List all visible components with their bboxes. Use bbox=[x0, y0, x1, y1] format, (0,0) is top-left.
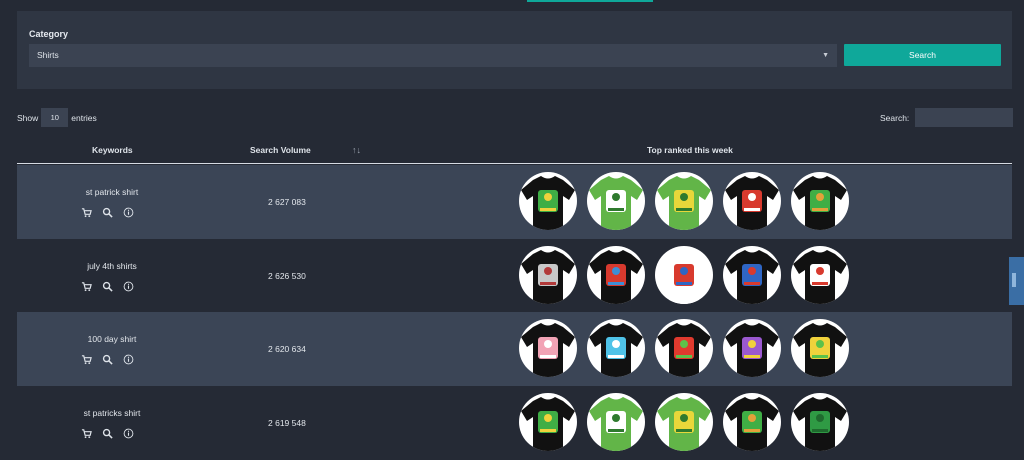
side-feedback-tab[interactable] bbox=[1009, 257, 1024, 305]
search-button[interactable]: Search bbox=[844, 44, 1001, 66]
shirt-thumbnail[interactable] bbox=[791, 246, 849, 304]
top-ranked-shirts bbox=[519, 319, 849, 377]
cart-icon[interactable] bbox=[81, 279, 92, 292]
cart-icon[interactable] bbox=[81, 426, 92, 439]
side-tab-icon bbox=[1012, 273, 1016, 287]
keyword-cell: st patricks shirt bbox=[83, 408, 141, 418]
shirt-thumbnail[interactable] bbox=[587, 246, 645, 304]
keyword-actions bbox=[81, 426, 134, 439]
shirt-thumbnail[interactable] bbox=[587, 172, 645, 230]
filter-panel: Category Shirts ▼ Search bbox=[17, 11, 1012, 89]
keyword-cell: july 4th shirts bbox=[87, 261, 137, 271]
shirt-thumbnail[interactable] bbox=[655, 393, 713, 451]
shirt-thumbnail[interactable] bbox=[791, 393, 849, 451]
shirt-thumbnail[interactable] bbox=[587, 319, 645, 377]
search-icon[interactable] bbox=[102, 426, 113, 439]
keyword-actions bbox=[81, 352, 134, 365]
category-select-value: Shirts bbox=[37, 50, 59, 60]
top-tab-indicator[interactable] bbox=[527, 0, 653, 2]
shirt-thumbnail[interactable] bbox=[519, 172, 577, 230]
table-search-label: Search: bbox=[880, 113, 910, 123]
keyword-actions bbox=[81, 279, 134, 292]
top-ranked-shirts bbox=[519, 172, 849, 230]
shirt-thumbnail[interactable] bbox=[519, 246, 577, 304]
info-icon[interactable] bbox=[123, 426, 134, 439]
shirt-thumbnail[interactable] bbox=[655, 319, 713, 377]
chevron-down-icon: ▼ bbox=[822, 52, 829, 59]
info-icon[interactable] bbox=[123, 352, 134, 365]
shirt-thumbnail[interactable] bbox=[723, 172, 781, 230]
entries-length-control: Show 10 entries bbox=[17, 108, 97, 127]
column-header-top-ranked: Top ranked this week bbox=[647, 145, 733, 155]
category-label: Category bbox=[29, 29, 69, 39]
search-icon[interactable] bbox=[102, 279, 113, 292]
search-volume-cell: 2 626 530 bbox=[268, 271, 306, 281]
table-row: 100 day shirt 2 620 634 bbox=[17, 312, 1012, 386]
search-volume-cell: 2 619 548 bbox=[268, 418, 306, 428]
table-row: st patrick shirt 2 627 083 bbox=[17, 165, 1012, 239]
category-select[interactable]: Shirts ▼ bbox=[29, 44, 837, 67]
shirt-thumbnail[interactable] bbox=[723, 319, 781, 377]
info-icon[interactable] bbox=[123, 279, 134, 292]
search-volume-cell: 2 620 634 bbox=[268, 344, 306, 354]
search-icon[interactable] bbox=[102, 352, 113, 365]
shirt-thumbnail[interactable] bbox=[519, 393, 577, 451]
search-icon[interactable] bbox=[102, 205, 113, 218]
shirt-thumbnail[interactable] bbox=[791, 172, 849, 230]
shirt-thumbnail[interactable] bbox=[723, 393, 781, 451]
top-ranked-shirts bbox=[519, 246, 849, 304]
table-search-input[interactable] bbox=[915, 108, 1013, 127]
search-volume-cell: 2 627 083 bbox=[268, 197, 306, 207]
table-row: st patricks shirt 2 619 548 bbox=[17, 386, 1012, 460]
column-header-search-volume[interactable]: Search Volume bbox=[250, 145, 311, 155]
top-ranked-shirts bbox=[519, 393, 849, 451]
keyword-cell: st patrick shirt bbox=[85, 187, 139, 197]
entries-select[interactable]: 10 bbox=[41, 108, 69, 127]
keyword-actions bbox=[81, 205, 134, 218]
header-divider bbox=[17, 163, 1012, 164]
shirt-thumbnail[interactable] bbox=[723, 246, 781, 304]
cart-icon[interactable] bbox=[81, 205, 92, 218]
shirt-thumbnail[interactable] bbox=[655, 172, 713, 230]
sort-icon[interactable]: ↑↓ bbox=[352, 145, 361, 155]
shirt-thumbnail[interactable] bbox=[791, 319, 849, 377]
column-header-keywords[interactable]: Keywords bbox=[92, 145, 133, 155]
shirt-thumbnail[interactable] bbox=[519, 319, 577, 377]
cart-icon[interactable] bbox=[81, 352, 92, 365]
table-row: july 4th shirts 2 626 530 bbox=[17, 239, 1012, 313]
keyword-cell: 100 day shirt bbox=[87, 334, 137, 344]
shirt-thumbnail[interactable] bbox=[655, 246, 713, 304]
shirt-thumbnail[interactable] bbox=[587, 393, 645, 451]
entries-label: entries bbox=[71, 112, 97, 123]
info-icon[interactable] bbox=[123, 205, 134, 218]
show-label: Show bbox=[17, 112, 39, 123]
